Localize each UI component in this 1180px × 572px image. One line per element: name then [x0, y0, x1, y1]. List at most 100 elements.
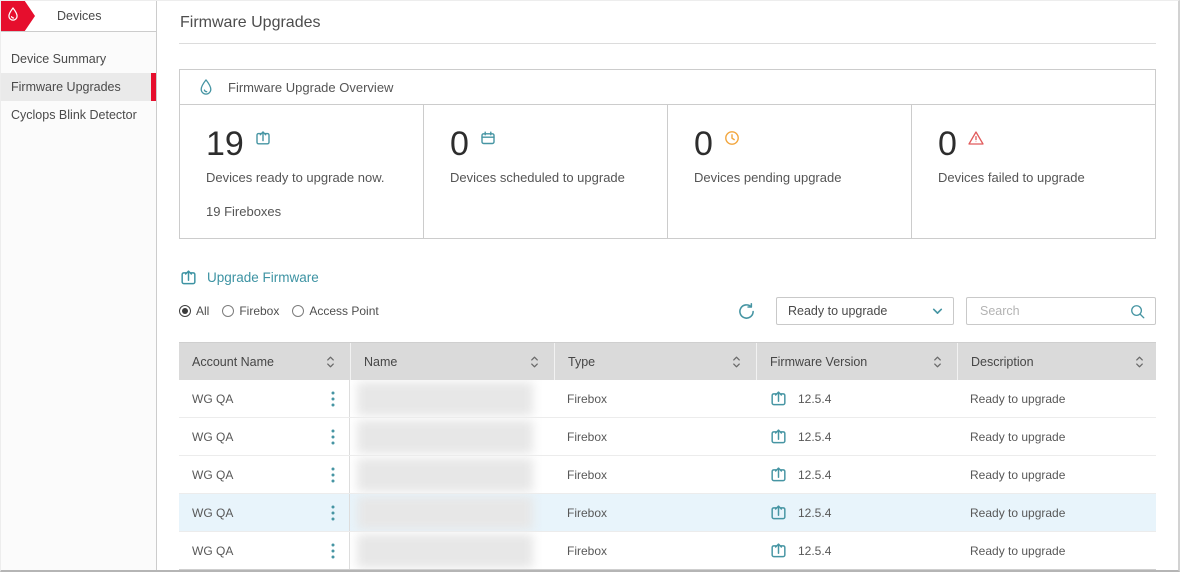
- radio-icon: [292, 305, 304, 317]
- refresh-icon[interactable]: [736, 301, 757, 322]
- description-cell: Ready to upgrade: [970, 506, 1065, 520]
- device-type-filter-radios: All Firebox Access Point: [179, 304, 379, 318]
- device-type-cell: Firebox: [567, 430, 607, 444]
- firmware-version-cell: 12.5.4: [798, 506, 831, 520]
- stat-label: Devices failed to upgrade: [938, 170, 1129, 185]
- calendar-icon: [479, 129, 497, 147]
- sidebar-item-device-summary[interactable]: Device Summary: [1, 45, 156, 73]
- page-title: Firmware Upgrades: [179, 1, 1156, 44]
- overview-stats: 19 Devices ready to upgrade now. 19 Fire…: [180, 105, 1155, 238]
- search-icon[interactable]: [1129, 303, 1146, 320]
- column-header-type[interactable]: Type: [554, 343, 756, 380]
- radio-label: Access Point: [309, 304, 378, 318]
- chevron-down-icon: [931, 305, 944, 318]
- sidebar-header: Devices: [1, 1, 156, 32]
- sidebar: Devices Device Summary Firmware Upgrades…: [1, 1, 157, 570]
- device-name-redacted: [357, 458, 533, 492]
- radio-option-all[interactable]: All: [179, 304, 209, 318]
- stat-card: 0 Devices failed to upgrade: [912, 105, 1155, 238]
- sort-icon[interactable]: [325, 354, 336, 370]
- clock-icon: [723, 129, 741, 147]
- stat-value: 0: [938, 127, 957, 161]
- upload-icon: [254, 129, 272, 147]
- radio-icon: [179, 305, 191, 317]
- kebab-menu-icon[interactable]: [327, 427, 339, 447]
- radio-icon: [222, 305, 234, 317]
- search-input[interactable]: [978, 303, 1129, 319]
- table-body: WG QA Firebox 12.5.4 Ready to upgrade WG…: [179, 380, 1156, 570]
- column-header-account-name[interactable]: Account Name: [179, 343, 350, 380]
- description-cell: Ready to upgrade: [970, 430, 1065, 444]
- overview-card-title: Firmware Upgrade Overview: [228, 80, 393, 95]
- status-filter-value: Ready to upgrade: [788, 304, 887, 318]
- sort-icon[interactable]: [1134, 354, 1145, 370]
- firmware-upgrade-overview-card: Firmware Upgrade Overview 19 Devices rea…: [179, 69, 1156, 239]
- upgrade-ready-icon: [769, 427, 788, 446]
- search-box: [966, 297, 1156, 325]
- table-row[interactable]: WG QA Firebox 12.5.4 Ready to upgrade: [179, 380, 1156, 418]
- description-cell: Ready to upgrade: [970, 392, 1065, 406]
- radio-option-access-point[interactable]: Access Point: [292, 304, 378, 318]
- radio-label: Firebox: [239, 304, 279, 318]
- stat-value: 0: [694, 127, 713, 161]
- table-row[interactable]: WG QA Firebox 12.5.4 Ready to upgrade: [179, 456, 1156, 494]
- device-type-cell: Firebox: [567, 468, 607, 482]
- app-window: Devices Device Summary Firmware Upgrades…: [0, 0, 1180, 572]
- warning-icon: [967, 129, 985, 147]
- upgrade-ready-icon: [769, 503, 788, 522]
- kebab-menu-icon[interactable]: [327, 503, 339, 523]
- device-name-redacted: [357, 496, 533, 530]
- sort-icon[interactable]: [529, 354, 540, 370]
- device-name-redacted: [357, 534, 533, 568]
- account-name-cell: WG QA: [192, 544, 233, 558]
- firmware-version-cell: 12.5.4: [798, 468, 831, 482]
- column-header-firmware-version[interactable]: Firmware Version: [756, 343, 957, 380]
- account-name-cell: WG QA: [192, 392, 233, 406]
- sort-icon[interactable]: [932, 354, 943, 370]
- devices-table: Account Name Name Type Firmware Version …: [179, 342, 1156, 570]
- firmware-version-cell: 12.5.4: [798, 392, 831, 406]
- nav-title: Devices: [57, 1, 101, 31]
- stat-value: 0: [450, 127, 469, 161]
- devices-logo-banner[interactable]: [1, 1, 35, 31]
- table-row[interactable]: WG QA Firebox 12.5.4 Ready to upgrade: [179, 418, 1156, 456]
- kebab-menu-icon[interactable]: [327, 541, 339, 561]
- overview-card-header: Firmware Upgrade Overview: [180, 70, 1155, 105]
- stat-sublabel: 19 Fireboxes: [206, 204, 397, 219]
- upgrade-firmware-button[interactable]: Upgrade Firmware: [179, 268, 319, 287]
- account-name-cell: WG QA: [192, 506, 233, 520]
- device-name-redacted: [357, 382, 533, 416]
- sort-icon[interactable]: [731, 354, 742, 370]
- stat-value: 19: [206, 127, 244, 161]
- device-type-cell: Firebox: [567, 544, 607, 558]
- firmware-version-cell: 12.5.4: [798, 430, 831, 444]
- upgrade-ready-icon: [769, 389, 788, 408]
- stat-card: 19 Devices ready to upgrade now. 19 Fire…: [180, 105, 424, 238]
- kebab-menu-icon[interactable]: [327, 465, 339, 485]
- device-name-redacted: [357, 420, 533, 454]
- device-type-cell: Firebox: [567, 392, 607, 406]
- stat-label: Devices pending upgrade: [694, 170, 885, 185]
- toolbar-right-controls: Ready to upgrade: [736, 297, 1156, 325]
- table-header-row: Account Name Name Type Firmware Version …: [179, 342, 1156, 380]
- upgrade-firmware-label: Upgrade Firmware: [207, 270, 319, 285]
- upload-icon: [179, 268, 198, 287]
- sidebar-item-firmware-upgrades[interactable]: Firmware Upgrades: [1, 73, 156, 101]
- column-header-description[interactable]: Description: [957, 343, 1159, 380]
- upgrade-ready-icon: [769, 541, 788, 560]
- sidebar-item-cyclops-blink-detector[interactable]: Cyclops Blink Detector: [1, 101, 156, 129]
- stat-card: 0 Devices pending upgrade: [668, 105, 912, 238]
- table-row[interactable]: WG QA Firebox 12.5.4 Ready to upgrade: [179, 494, 1156, 532]
- status-filter-dropdown[interactable]: Ready to upgrade: [776, 297, 954, 325]
- account-name-cell: WG QA: [192, 430, 233, 444]
- column-header-name[interactable]: Name: [350, 343, 554, 380]
- stat-label: Devices scheduled to upgrade: [450, 170, 641, 185]
- account-name-cell: WG QA: [192, 468, 233, 482]
- radio-option-firebox[interactable]: Firebox: [222, 304, 279, 318]
- radio-label: All: [196, 304, 209, 318]
- table-row[interactable]: WG QA Firebox 12.5.4 Ready to upgrade: [179, 532, 1156, 570]
- description-cell: Ready to upgrade: [970, 544, 1065, 558]
- description-cell: Ready to upgrade: [970, 468, 1065, 482]
- kebab-menu-icon[interactable]: [327, 389, 339, 409]
- device-type-cell: Firebox: [567, 506, 607, 520]
